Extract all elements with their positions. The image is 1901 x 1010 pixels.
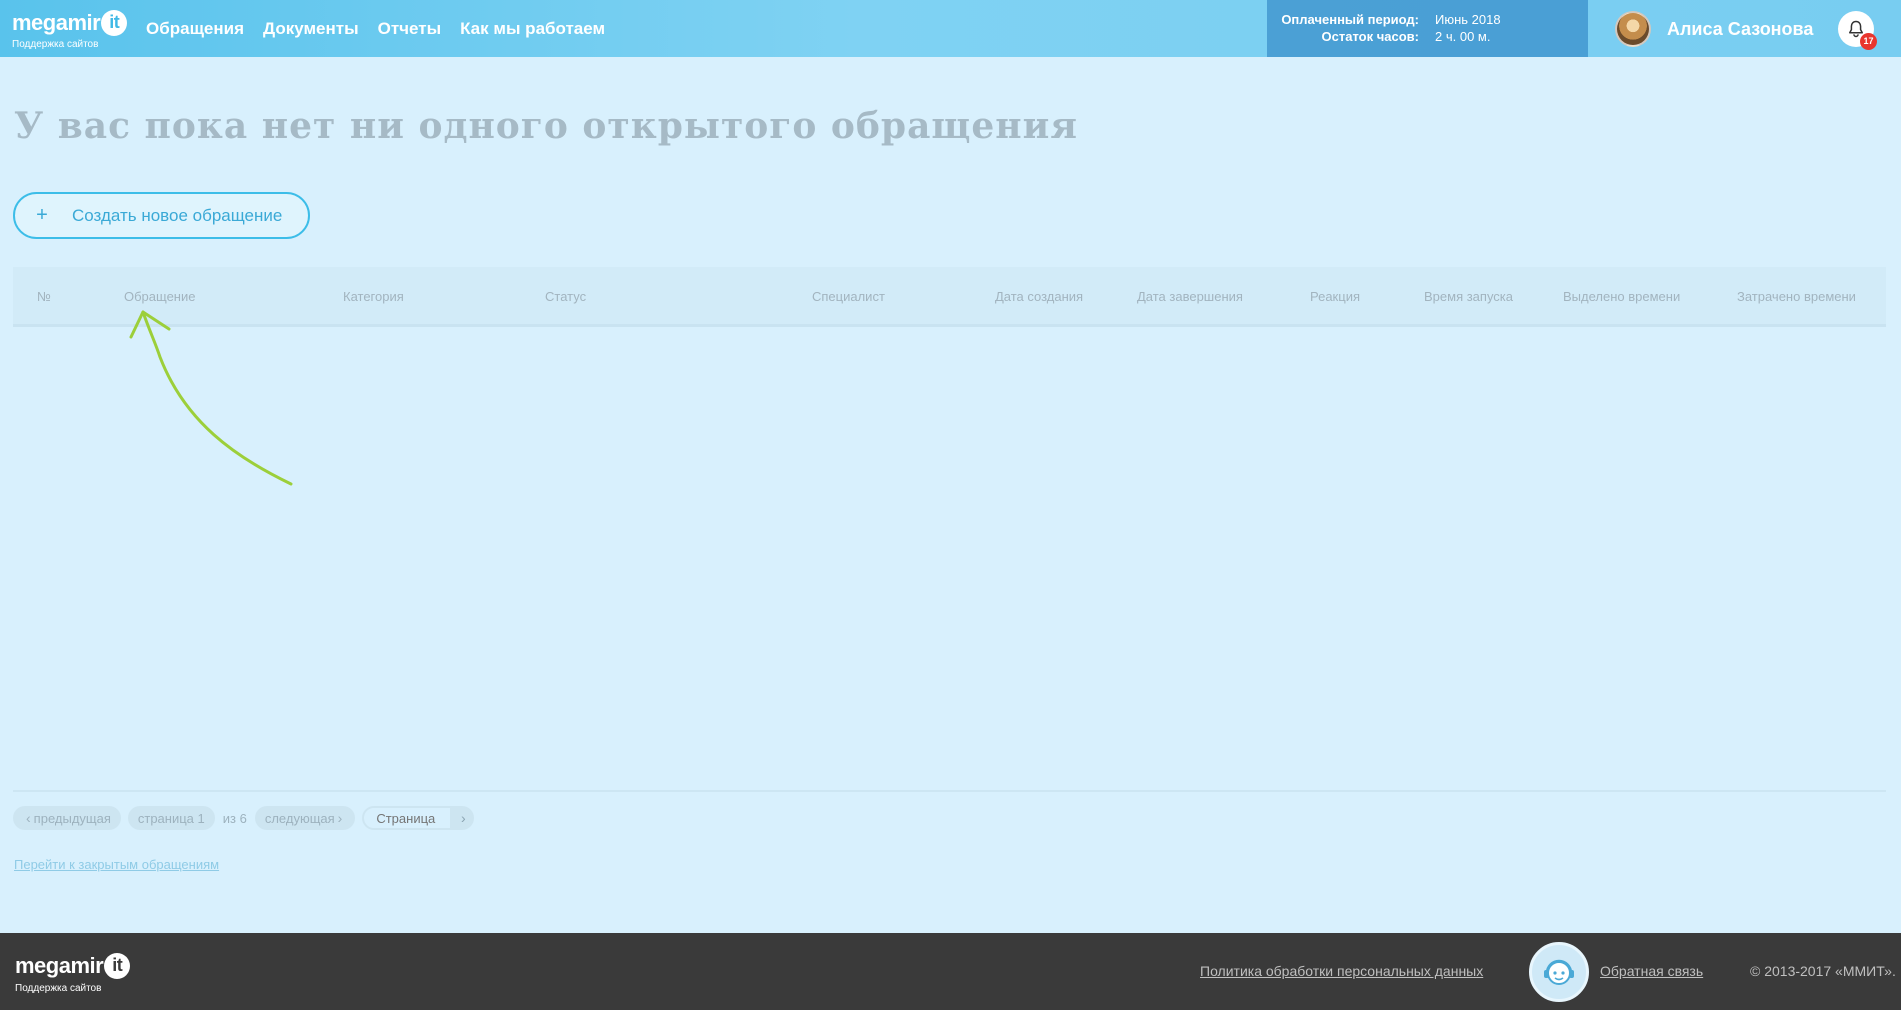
hours-value: 2 ч. 00 м.: [1435, 29, 1491, 44]
main-content: У вас пока нет ни одного открытого обращ…: [0, 57, 1901, 933]
privacy-policy-link[interactable]: Политика обработки персональных данных: [1200, 963, 1483, 979]
notifications-count-badge: 17: [1860, 33, 1877, 50]
nav-item-requests[interactable]: Обращения: [146, 19, 244, 39]
notifications-button[interactable]: 17: [1838, 11, 1877, 50]
prev-page-button[interactable]: ‹ предыдущая: [13, 806, 121, 830]
prev-page-label: предыдущая: [33, 810, 111, 826]
nav-item-how-we-work[interactable]: Как мы работаем: [460, 19, 605, 39]
column-specialist[interactable]: Специалист: [812, 289, 885, 304]
column-request[interactable]: Обращение: [124, 289, 195, 304]
column-allocated-time[interactable]: Выделено времени: [1563, 289, 1680, 304]
pagination: ‹ предыдущая страница 1 из 6 следующая ›…: [13, 806, 475, 830]
column-reaction[interactable]: Реакция: [1310, 289, 1360, 304]
footer-logo-it-badge: it: [104, 953, 131, 979]
chevron-right-icon: ›: [337, 810, 343, 826]
closed-requests-link[interactable]: Перейти к закрытым обращениям: [14, 857, 219, 872]
logo-it-badge: it: [101, 10, 128, 36]
column-start-time[interactable]: Время запуска: [1424, 289, 1513, 304]
column-created-date[interactable]: Дата создания: [995, 289, 1083, 304]
footer-logo[interactable]: megamir it Поддержка сайтов: [15, 953, 131, 994]
current-page-indicator: страница 1: [127, 806, 215, 830]
hint-arrow: [129, 310, 293, 486]
current-page-label: страница 1: [137, 810, 205, 826]
chevron-left-icon: ‹: [26, 810, 31, 826]
next-page-button[interactable]: следующая ›: [254, 806, 356, 830]
column-completed-date[interactable]: Дата завершения: [1137, 289, 1243, 304]
footer-logo-tagline: Поддержка сайтов: [15, 983, 102, 994]
headset-icon: [1544, 959, 1574, 985]
period-label: Оплаченный период:: [1281, 12, 1419, 27]
footer-logo-wordmark: megamir: [15, 953, 104, 978]
logo-tagline: Поддержка сайтов: [12, 39, 99, 50]
create-request-label: Создать новое обращение: [72, 205, 283, 225]
nav-item-documents[interactable]: Документы: [263, 19, 359, 39]
subscription-info: Оплаченный период: Июнь 2018 Остаток час…: [1267, 0, 1588, 57]
feedback-link[interactable]: Обратная связь: [1600, 963, 1703, 979]
logo-wordmark: megamir: [12, 10, 101, 35]
user-name: Алиса Сазонова: [1667, 18, 1814, 39]
column-spent-time[interactable]: Затрачено времени: [1737, 289, 1856, 304]
next-page-label: следующая: [264, 810, 335, 826]
hours-label: Остаток часов:: [1321, 29, 1419, 44]
column-number[interactable]: №: [37, 289, 51, 304]
support-agent-icon[interactable]: [1529, 942, 1589, 1002]
content-divider: [13, 790, 1886, 792]
copyright: © 2013-2017 «ММИТ».: [1750, 963, 1896, 979]
chevron-right-icon: ›: [461, 810, 466, 826]
column-category[interactable]: Категория: [343, 289, 404, 304]
period-value: Июнь 2018: [1435, 12, 1501, 27]
go-to-page-button[interactable]: ›: [452, 806, 475, 830]
plus-icon: +: [36, 204, 48, 226]
column-status[interactable]: Статус: [545, 289, 586, 304]
user-menu[interactable]: Алиса Сазонова: [1615, 11, 1813, 47]
footer: megamir it Поддержка сайтов Политика обра…: [0, 933, 1901, 1010]
top-header: megamir it Поддержка сайтов Обращения Док…: [0, 0, 1901, 57]
page-number-input[interactable]: [362, 806, 453, 830]
create-request-button[interactable]: + Создать новое обращение: [13, 192, 310, 239]
total-pages-label: из 6: [222, 810, 247, 826]
avatar: [1615, 11, 1651, 47]
header-logo[interactable]: megamir it Поддержка сайтов: [12, 10, 128, 51]
page-title: У вас пока нет ни одного открытого обращ…: [14, 105, 1078, 147]
nav-item-reports[interactable]: Отчеты: [378, 19, 442, 39]
main-nav: Обращения Документы Отчеты Как мы работа…: [146, 0, 624, 57]
